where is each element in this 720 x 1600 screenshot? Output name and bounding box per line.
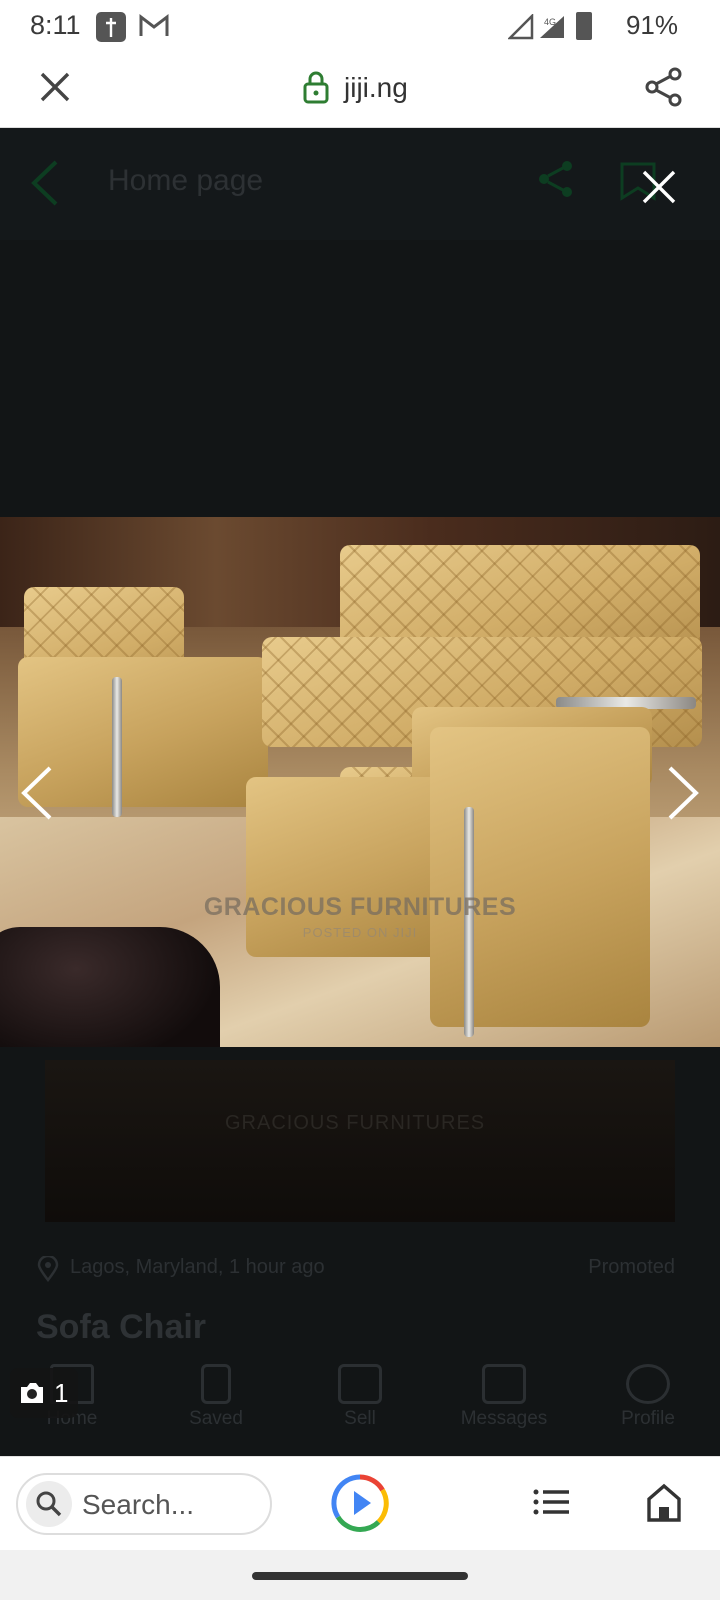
armchair-front-side xyxy=(430,727,650,1027)
photo-count: 1 xyxy=(54,1378,69,1408)
home-icon[interactable] xyxy=(646,1483,682,1528)
nav-messages[interactable]: Messages xyxy=(444,1356,564,1430)
browser-toolbar: jiji.ng xyxy=(0,52,720,128)
nav-sell-label: Sell xyxy=(344,1408,376,1429)
browser-bottom-bar: Search... xyxy=(0,1456,720,1550)
dark-chair-foreground xyxy=(0,927,220,1047)
next-image-arrow-icon[interactable] xyxy=(656,758,706,828)
google-play-icon[interactable] xyxy=(330,1473,390,1538)
plus-icon xyxy=(338,1364,382,1404)
listing-location: Lagos, Maryland, 1 hour ago xyxy=(70,1256,325,1278)
back-arrow-icon[interactable] xyxy=(28,158,62,213)
nav-profile[interactable]: Profile xyxy=(588,1356,708,1430)
battery-percent: 91% xyxy=(625,10,678,40)
url-domain[interactable]: jiji.ng xyxy=(344,72,408,104)
page-header: Home page xyxy=(0,128,720,240)
lock-icon xyxy=(302,70,330,109)
share-icon[interactable] xyxy=(644,66,684,113)
tabs-list-icon[interactable] xyxy=(532,1487,572,1522)
site-bottom-nav: Home Saved Sell Messages Profile xyxy=(0,1356,720,1456)
gmail-icon xyxy=(138,12,170,45)
screen: 8:11 4G 91% jiji.ng Home page GRACIOUS F… xyxy=(0,0,720,1600)
listing-title: Sofa Chair xyxy=(36,1308,207,1346)
nav-profile-label: Profile xyxy=(621,1408,675,1429)
thumbnail-watermark: GRACIOUS FURNITURES xyxy=(225,1112,486,1134)
web-page: Home page GRACIOUS FURNITURES Lagos, Mar… xyxy=(0,128,720,1456)
location-pin-icon xyxy=(36,1254,60,1287)
nav-saved[interactable]: Saved xyxy=(156,1356,276,1430)
battery-icon xyxy=(576,12,592,40)
nav-messages-label: Messages xyxy=(460,1408,548,1429)
cross-notification-icon xyxy=(96,12,126,42)
listing-thumbnail: GRACIOUS FURNITURES xyxy=(45,1060,675,1222)
signal-icon: 4G xyxy=(506,12,568,45)
search-icon xyxy=(26,1481,72,1527)
chat-icon xyxy=(482,1364,526,1404)
listing-photo: GRACIOUS FURNITURES POSTED ON JIJI xyxy=(0,517,720,1047)
status-time: 8:11 xyxy=(30,10,81,40)
nav-saved-label: Saved xyxy=(189,1408,243,1429)
promoted-badge: Promoted xyxy=(588,1256,675,1278)
svg-text:4G: 4G xyxy=(544,17,556,27)
page-share-icon[interactable] xyxy=(536,158,576,205)
gesture-handle[interactable] xyxy=(252,1572,468,1580)
photo-watermark-sub: POSTED ON JIJI xyxy=(302,925,418,940)
photo-watermark: GRACIOUS FURNITURES xyxy=(203,893,517,921)
status-bar: 8:11 4G 91% xyxy=(0,0,720,52)
nav-sell[interactable]: Sell xyxy=(300,1356,420,1430)
search-box[interactable]: Search... xyxy=(16,1473,272,1535)
search-placeholder: Search... xyxy=(82,1489,195,1520)
previous-image-arrow-icon[interactable] xyxy=(14,758,64,828)
lightbox-close-icon[interactable] xyxy=(634,162,684,212)
close-icon[interactable] xyxy=(38,70,72,109)
photo-count-badge: 1 xyxy=(10,1368,78,1418)
camera-icon xyxy=(18,1380,46,1411)
profile-icon xyxy=(626,1364,670,1404)
armchair-left-chrome xyxy=(112,677,122,817)
gesture-navigation-area xyxy=(0,1550,720,1600)
bookmark-icon xyxy=(201,1364,231,1404)
page-title: Home page xyxy=(108,164,264,197)
armchair-front-chrome xyxy=(464,807,474,1037)
